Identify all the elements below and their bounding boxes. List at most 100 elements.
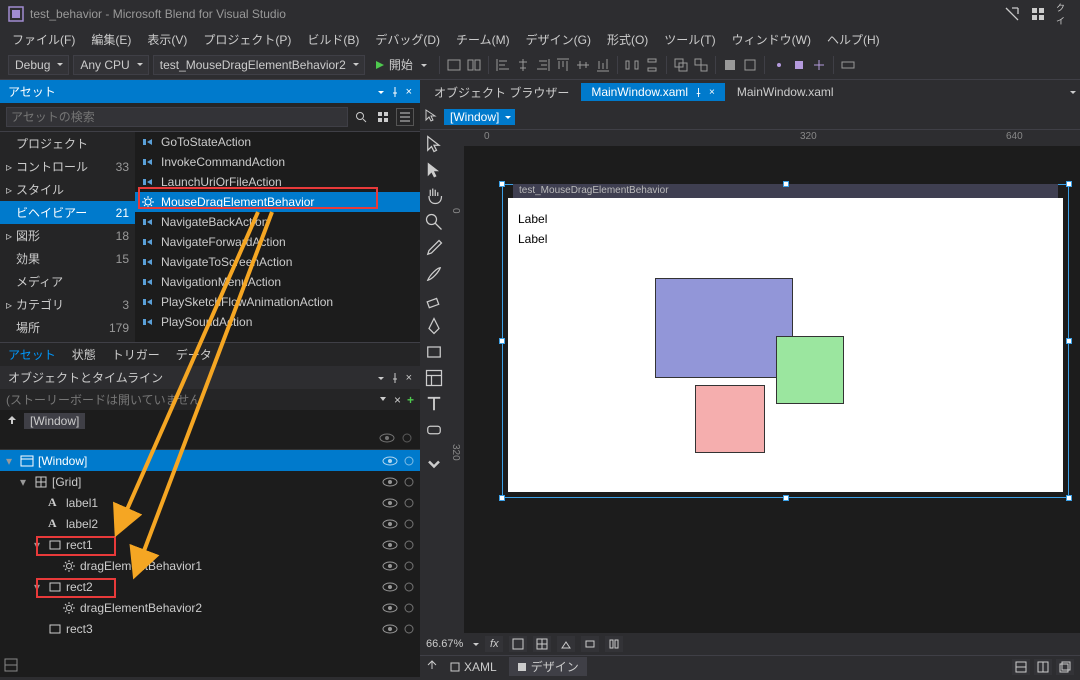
- asset-category[interactable]: ▹スタイル: [0, 178, 135, 201]
- resize-handle[interactable]: [499, 495, 505, 501]
- text-tool-icon[interactable]: [424, 394, 444, 414]
- eye-icon[interactable]: [382, 540, 398, 550]
- eye-icon[interactable]: [379, 433, 395, 443]
- menu-team[interactable]: チーム(M): [448, 29, 518, 50]
- chevron-down-icon[interactable]: [473, 643, 479, 649]
- tool-extra-4-icon[interactable]: [840, 57, 856, 73]
- asset-item[interactable]: MouseDragElementBehavior: [135, 192, 420, 212]
- canvas-rect1[interactable]: [655, 278, 793, 378]
- assets-panel-header[interactable]: アセット ×: [0, 80, 420, 103]
- align-right-icon[interactable]: [535, 57, 551, 73]
- menu-help[interactable]: ヘルプ(H): [819, 29, 888, 50]
- brush-tool-icon[interactable]: [424, 264, 444, 284]
- eraser-tool-icon[interactable]: [424, 290, 444, 310]
- tab-assets[interactable]: アセット: [0, 343, 64, 366]
- view-grid-icon[interactable]: [374, 108, 392, 126]
- tree-row[interactable]: Alabel1: [0, 492, 420, 513]
- panel-corner-icon[interactable]: [4, 658, 18, 675]
- chevron-down-icon[interactable]: [378, 377, 384, 383]
- align-bottom-icon[interactable]: [595, 57, 611, 73]
- resize-handle[interactable]: [1066, 495, 1072, 501]
- object-browser-tab[interactable]: オブジェクト ブラウザー: [424, 82, 579, 103]
- title-overflow-icon[interactable]: クイ: [1056, 6, 1072, 22]
- lock-icon[interactable]: [402, 433, 412, 443]
- menu-debug[interactable]: デバッグ(D): [367, 29, 448, 50]
- design-canvas[interactable]: 0320640 0320 test_MouseDragElementBehavi…: [448, 130, 1080, 633]
- zoom-opt-4-icon[interactable]: [581, 636, 599, 652]
- lock-icon[interactable]: [404, 456, 414, 466]
- tree-row[interactable]: ▾rect2: [0, 576, 420, 597]
- selection-cursor-icon[interactable]: [424, 108, 438, 125]
- pin-icon[interactable]: [390, 87, 400, 97]
- menu-format[interactable]: 形式(O): [599, 29, 656, 50]
- menu-window[interactable]: ウィンドウ(W): [724, 29, 819, 50]
- assets-flyout-icon[interactable]: [424, 454, 444, 474]
- split-v-icon[interactable]: [1034, 659, 1052, 675]
- close-icon[interactable]: ×: [709, 87, 715, 98]
- lock-icon[interactable]: [404, 498, 414, 508]
- artboard[interactable]: test_MouseDragElementBehavior Label Labe…: [508, 190, 1063, 492]
- canvas-label2[interactable]: Label: [518, 232, 547, 246]
- objects-panel-header[interactable]: オブジェクトとタイムライン ×: [0, 366, 420, 389]
- eye-icon[interactable]: [382, 582, 398, 592]
- asset-item[interactable]: NavigateBackAction: [135, 212, 420, 232]
- lock-icon[interactable]: [404, 477, 414, 487]
- canvas-label1[interactable]: Label: [518, 212, 547, 226]
- eye-icon[interactable]: [382, 519, 398, 529]
- asset-category[interactable]: メディア: [0, 270, 135, 293]
- lock-icon[interactable]: [404, 519, 414, 529]
- scope-window-chip[interactable]: [Window]: [24, 413, 85, 429]
- toolbar-icon-2[interactable]: [466, 57, 482, 73]
- quick-launch-icon[interactable]: [1004, 6, 1020, 22]
- asset-item[interactable]: InvokeCommandAction: [135, 152, 420, 172]
- tree-row[interactable]: ▾[Grid]: [0, 471, 420, 492]
- zoom-tool-icon[interactable]: [424, 212, 444, 232]
- resize-handle[interactable]: [499, 338, 505, 344]
- view-list-icon[interactable]: [396, 108, 414, 126]
- asset-search-input[interactable]: [6, 107, 348, 127]
- asset-category[interactable]: ▹図形18: [0, 224, 135, 247]
- asset-category[interactable]: プロジェクト: [0, 132, 135, 155]
- zoom-opt-3-icon[interactable]: [557, 636, 575, 652]
- resize-handle[interactable]: [1066, 338, 1072, 344]
- asset-item[interactable]: NavigateForwardAction: [135, 232, 420, 252]
- pan-tool-icon[interactable]: [424, 186, 444, 206]
- tree-row[interactable]: rect3: [0, 618, 420, 639]
- dist-h-icon[interactable]: [624, 57, 640, 73]
- toolbar-icon-1[interactable]: [446, 57, 462, 73]
- asset-item[interactable]: PlaySketchFlowAnimationAction: [135, 292, 420, 312]
- rect-tool-icon[interactable]: [424, 342, 444, 362]
- eye-icon[interactable]: [382, 624, 398, 634]
- menu-tools[interactable]: ツール(T): [656, 29, 723, 50]
- tool-extra-2-icon[interactable]: [791, 57, 807, 73]
- asset-category[interactable]: ▹カテゴリ3: [0, 293, 135, 316]
- control-tool-icon[interactable]: [424, 420, 444, 440]
- asset-item[interactable]: PlaySoundAction: [135, 312, 420, 332]
- eye-icon[interactable]: [382, 561, 398, 571]
- order-back-icon[interactable]: [742, 57, 758, 73]
- resize-handle[interactable]: [783, 181, 789, 187]
- start-button[interactable]: 開始: [369, 54, 433, 75]
- tab-triggers[interactable]: トリガー: [104, 343, 168, 366]
- doc-tab-inactive[interactable]: MainWindow.xaml: [727, 83, 844, 101]
- tool-extra-3-icon[interactable]: [811, 57, 827, 73]
- menu-design[interactable]: デザイン(G): [518, 29, 599, 50]
- eye-icon[interactable]: [382, 456, 398, 466]
- resize-handle[interactable]: [499, 181, 505, 187]
- add-storyboard-icon[interactable]: +: [407, 393, 414, 407]
- selection-tool-icon[interactable]: [424, 134, 444, 154]
- eye-icon[interactable]: [382, 498, 398, 508]
- zoom-opt-2-icon[interactable]: [533, 636, 551, 652]
- config-dropdown[interactable]: Debug: [8, 55, 69, 75]
- menu-project[interactable]: プロジェクト(P): [195, 29, 299, 50]
- chevron-down-icon[interactable]: [378, 91, 384, 97]
- canvas-rect3[interactable]: [695, 385, 765, 453]
- tree-row[interactable]: dragElementBehavior2: [0, 597, 420, 618]
- target-dropdown[interactable]: test_MouseDragElementBehavior2: [153, 55, 365, 75]
- tab-states[interactable]: 状態: [64, 343, 104, 366]
- asset-item[interactable]: NavigateToScreenAction: [135, 252, 420, 272]
- canvas-rect2[interactable]: [776, 336, 844, 404]
- direct-select-tool-icon[interactable]: [424, 160, 444, 180]
- expand-collapse-icon[interactable]: [426, 659, 438, 674]
- asset-category[interactable]: 効果15: [0, 247, 135, 270]
